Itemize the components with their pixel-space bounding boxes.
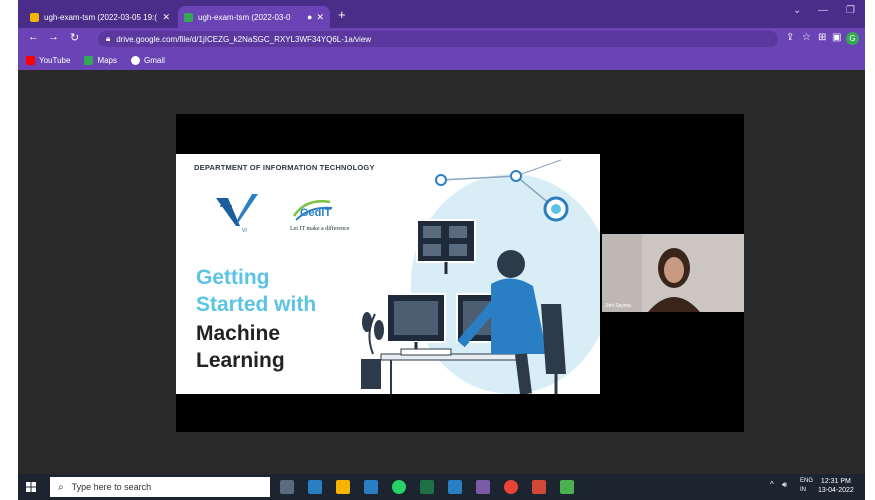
- department-heading: DEPARTMENT OF INFORMATION TECHNOLOGY: [194, 163, 375, 172]
- drive-favicon-icon: [184, 12, 193, 22]
- tab-title: ugh-exam-tsm (2022-03-05 19:(: [44, 12, 157, 22]
- slide-title-line-2: Started with: [196, 293, 317, 316]
- url-text: drive.google.com/file/d/1jICEZG_k2NaSGC_…: [116, 34, 372, 44]
- youtube-icon: [26, 55, 35, 65]
- tagline: Let IT make a difference: [290, 226, 350, 232]
- close-tab-icon[interactable]: ✕: [316, 12, 324, 23]
- tray-chevron-icon[interactable]: ^: [770, 480, 774, 489]
- presentation-slide: DEPARTMENT OF INFORMATION TECHNOLOGY VI …: [176, 154, 600, 394]
- bookmarks-bar: YouTube Maps Gmail: [18, 50, 865, 70]
- active-app-icon[interactable]: [560, 480, 574, 494]
- volume-icon[interactable]: 🔊︎: [782, 480, 787, 490]
- taskbar-clock[interactable]: 12:31 PM 13-04-2022: [818, 477, 854, 495]
- minimize-icon[interactable]: —: [818, 5, 828, 16]
- slide-title-line-1: Getting: [196, 266, 270, 289]
- bookmark-label: Maps: [97, 55, 117, 65]
- department-logo-icon: VI: [216, 194, 258, 234]
- profile-avatar[interactable]: G: [846, 32, 859, 45]
- browser-tab-1[interactable]: ugh-exam-tsm (2022-03-05 19:( ✕: [24, 6, 176, 28]
- participant-name: Jimi Seyma: [605, 303, 631, 309]
- svg-text:VI: VI: [242, 228, 247, 234]
- chrome-icon[interactable]: [504, 480, 518, 494]
- bookmark-label: YouTube: [39, 55, 71, 65]
- excel-icon[interactable]: [420, 480, 434, 494]
- whatsapp-icon[interactable]: [392, 480, 406, 494]
- maps-icon: [84, 55, 94, 65]
- restore-icon[interactable]: ❐: [846, 5, 855, 16]
- back-icon[interactable]: ←: [28, 31, 39, 43]
- slide-title-line-4: Learning: [196, 349, 285, 372]
- bookmark-gmail[interactable]: Gmail: [131, 55, 165, 65]
- windows-start-icon[interactable]: [26, 482, 36, 492]
- calculator-icon[interactable]: [308, 480, 322, 494]
- tab-search-icon[interactable]: ⌄: [793, 5, 801, 16]
- windows-taskbar: ⌕ Type here to search ^ 🔊︎ ENG IN 12:31 …: [18, 474, 865, 500]
- participant-image: [602, 234, 744, 312]
- browser-toolbar: ← → ↻ 🔒︎ drive.google.com/file/d/1jICEZG…: [18, 28, 865, 50]
- left-margin: [0, 0, 18, 500]
- tab-title: ugh-exam-tsm (2022-03-0: [198, 12, 291, 22]
- gmail-icon: [131, 55, 140, 65]
- bookmark-youtube[interactable]: YouTube: [26, 55, 71, 65]
- onenote-icon[interactable]: [476, 480, 490, 494]
- search-icon: ⌕: [58, 481, 64, 493]
- forward-icon[interactable]: →: [48, 31, 59, 43]
- clock-time: 12:31 PM: [820, 478, 851, 485]
- tab-strip: ugh-exam-tsm (2022-03-05 19:( ✕ ugh-exam…: [18, 0, 865, 28]
- app-icon[interactable]: [532, 480, 546, 494]
- address-bar[interactable]: 🔒︎ drive.google.com/file/d/1jICEZG_k2NaS…: [98, 31, 778, 47]
- browser-tab-2[interactable]: ugh-exam-tsm (2022-03-0 ● ✕: [178, 6, 330, 28]
- extensions-icon[interactable]: ⊞: [818, 32, 826, 43]
- close-tab-icon[interactable]: ✕: [162, 12, 170, 23]
- lock-icon: 🔒︎: [106, 34, 111, 43]
- task-view-icon[interactable]: [280, 480, 294, 494]
- language-code: ENG: [800, 478, 814, 484]
- slide-title-line-3: Machine: [196, 322, 281, 345]
- file-explorer-icon[interactable]: [336, 480, 350, 494]
- outlook-icon[interactable]: [448, 480, 462, 494]
- search-placeholder: Type here to search: [71, 482, 152, 492]
- language-indicator[interactable]: ENG IN: [800, 477, 813, 495]
- bookmark-label: Gmail: [144, 55, 165, 65]
- screen: ugh-exam-tsm (2022-03-05 19:( ✕ ugh-exam…: [18, 0, 865, 500]
- reload-icon[interactable]: ↻: [70, 31, 79, 44]
- tab-favicon-icon: [30, 12, 39, 22]
- right-margin: [865, 0, 875, 500]
- video-viewer: DEPARTMENT OF INFORMATION TECHNOLOGY VI …: [18, 70, 865, 474]
- share-icon[interactable]: ⇪: [786, 32, 794, 43]
- video-frame[interactable]: DEPARTMENT OF INFORMATION TECHNOLOGY VI …: [176, 114, 744, 432]
- bookmark-star-icon[interactable]: ☆: [802, 32, 811, 43]
- gedit-logo-text: GedIT: [300, 207, 331, 219]
- sidepanel-icon[interactable]: ▣: [832, 32, 841, 43]
- region-code: IN: [800, 487, 806, 493]
- clock-date: 13-04-2022: [818, 487, 854, 494]
- webcam-tile: Jimi Seyma: [602, 234, 744, 312]
- developer-illustration: [361, 159, 600, 394]
- bookmark-maps[interactable]: Maps: [84, 55, 117, 65]
- audio-indicator-icon: ●: [307, 12, 313, 22]
- taskbar-search[interactable]: ⌕ Type here to search: [50, 477, 270, 497]
- new-tab-button[interactable]: +: [338, 7, 346, 22]
- store-icon[interactable]: [364, 480, 378, 494]
